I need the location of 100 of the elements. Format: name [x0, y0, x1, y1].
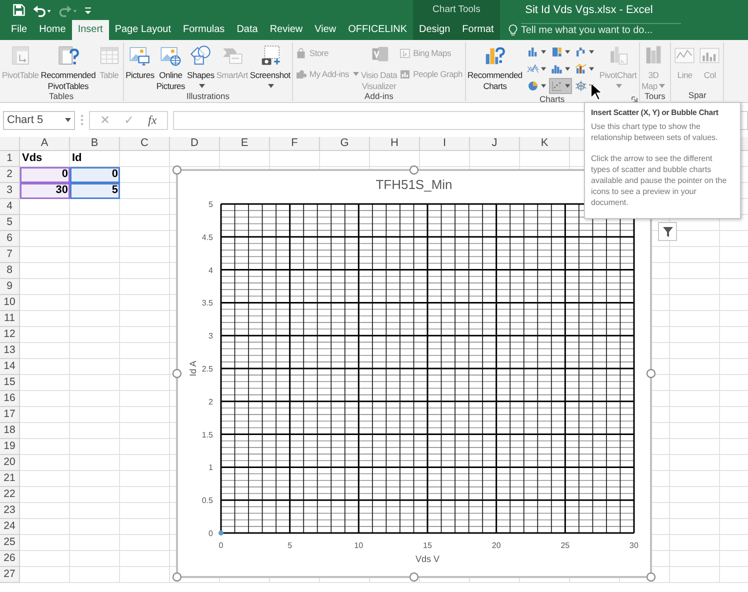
shopping-bag-icon — [295, 47, 308, 60]
column-header: B — [70, 137, 120, 151]
caret-icon — [659, 84, 666, 88]
caret-icon — [65, 118, 71, 122]
axis-tick-label: 25 — [560, 541, 570, 550]
axis-tick-label: 5 — [208, 200, 213, 209]
recommended-pivot-button[interactable]: Recommended PivotTables — [40, 43, 97, 91]
row-header: 7 — [0, 247, 20, 263]
ribbon-tab[interactable]: Format — [456, 20, 500, 40]
axis-tick-label: 3.5 — [202, 298, 213, 308]
caret-icon — [589, 50, 594, 54]
name-box[interactable]: Chart 5 — [3, 110, 75, 130]
column-header: E — [220, 137, 270, 151]
row-header: 22 — [0, 487, 20, 503]
ribbon-tab[interactable]: Design — [413, 20, 456, 40]
axis-title: Vds V — [416, 554, 440, 564]
ribbon-tab[interactable]: View — [308, 20, 342, 40]
axis-tick-label: 15 — [423, 541, 432, 550]
row-header: 24 — [0, 519, 20, 535]
map-icon — [399, 47, 412, 60]
column-header: G — [320, 137, 370, 151]
ribbon-tab[interactable]: Insert — [72, 20, 109, 40]
ribbon-tab[interactable]: Home — [33, 20, 72, 40]
column-header: K — [520, 137, 570, 151]
resize-handle[interactable] — [172, 572, 182, 582]
ribbon-tab[interactable]: File — [5, 20, 34, 40]
axis-tick-label: 30 — [630, 541, 638, 550]
ribbon-tab[interactable]: Data — [230, 20, 264, 40]
column-header: C — [120, 137, 170, 151]
chart-question-icon — [483, 44, 506, 67]
row-header: 20 — [0, 455, 20, 471]
resize-handle[interactable] — [409, 572, 419, 582]
sheet-cell-text: Vds — [21, 151, 44, 166]
caret-icon — [352, 72, 359, 76]
table-icon — [98, 44, 121, 67]
drag-handle-icon — [80, 114, 84, 126]
caret-icon — [565, 67, 570, 71]
row-header: 23 — [0, 503, 20, 519]
column-header: A — [20, 137, 70, 151]
ribbon-tab[interactable]: Formulas — [177, 20, 231, 40]
resize-handle[interactable] — [172, 368, 182, 378]
shapes-icon — [189, 44, 212, 67]
row-header: 9 — [0, 279, 20, 295]
group-label: Tours — [644, 91, 666, 101]
resize-handle[interactable] — [409, 165, 419, 175]
column-header: D — [170, 137, 220, 151]
save-icon[interactable] — [12, 3, 26, 17]
filter-icon — [662, 226, 674, 238]
axis-title: Id A — [188, 360, 198, 376]
row-header: 14 — [0, 359, 20, 375]
chart-filter-button[interactable] — [658, 222, 677, 241]
dialog-launcher-icon[interactable] — [630, 96, 638, 102]
row-header: 10 — [0, 295, 20, 311]
row-header: 17 — [0, 407, 20, 423]
ribbon-tab[interactable]: OFFICELINK — [342, 20, 414, 40]
recommended-charts-button[interactable]: Recommended Charts — [466, 43, 524, 91]
axis-tick-label: 0.5 — [202, 496, 213, 506]
combo-chart-icon — [575, 62, 588, 76]
row-header: 5 — [0, 215, 20, 231]
row-header: 18 — [0, 423, 20, 439]
sheet-cell: 0 — [20, 167, 70, 183]
pictures-button[interactable]: Pictures — [124, 43, 156, 80]
caret-icon — [541, 50, 546, 54]
picture-icon — [128, 44, 152, 67]
row-header: 16 — [0, 391, 20, 407]
axis-tick-label: 5 — [288, 541, 292, 550]
row-header: 3 — [0, 183, 20, 199]
undo-icon[interactable] — [32, 3, 52, 17]
resize-handle[interactable] — [646, 572, 656, 582]
sheet-cell-text: Id — [71, 151, 83, 166]
row-header: 4 — [0, 199, 20, 215]
caret-icon — [541, 84, 546, 88]
group-label: Add-ins — [364, 91, 394, 101]
ribbon-tab[interactable]: Review — [264, 20, 309, 40]
axis-tick-label: 0 — [208, 529, 213, 538]
tooltip-text: Use this chart type to show the relationship between sets of values. — [591, 121, 719, 143]
online-pictures-button[interactable]: Online Pictures — [155, 43, 186, 91]
shapes-button[interactable]: Shapes — [186, 43, 216, 91]
column-header: J — [470, 137, 520, 151]
screenshot-button[interactable]: Screenshot — [248, 43, 292, 91]
resize-handle[interactable] — [172, 165, 182, 175]
scatter-chart-icon — [551, 79, 564, 93]
resize-handle[interactable] — [646, 368, 656, 378]
pie-chart-icon — [527, 79, 540, 93]
waterfall-chart-icon — [575, 45, 588, 59]
search-field[interactable]: Tell me what you want to do... — [520, 23, 681, 37]
tooltip-text: Click the arrow to see the different types of scatter and bubble charts available and pause the pointer on the icons to see a preview in your document. — [591, 153, 728, 208]
insert-function-button[interactable]: fx — [148, 112, 157, 128]
ribbon-tab[interactable]: Page Layout — [108, 20, 177, 40]
axis-tick-label: 2.5 — [202, 364, 213, 374]
contextual-tab-label: Chart Tools — [413, 0, 500, 20]
group-label: Tables — [49, 91, 74, 101]
row-header: 1 — [0, 151, 20, 167]
row-header: 15 — [0, 375, 20, 391]
caret-icon — [198, 84, 205, 88]
puzzle-icon — [295, 68, 308, 80]
row-header: 13 — [0, 343, 20, 359]
sheet-cell: 30 — [20, 183, 70, 199]
axis-tick-label: 1 — [208, 463, 213, 472]
column-header: F — [270, 137, 320, 151]
